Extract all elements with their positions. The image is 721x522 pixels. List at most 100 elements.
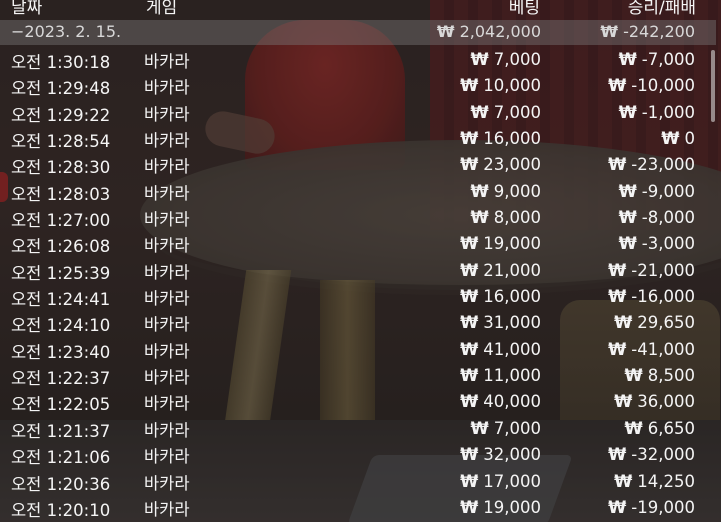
- row-win-loss: ₩ -7,000: [619, 50, 695, 69]
- won-currency-icon: ₩: [436, 22, 455, 41]
- row-win-loss-value: -1,000: [641, 102, 695, 122]
- won-currency-icon: ₩: [661, 129, 680, 149]
- table-row[interactable]: 오전 1:30:18 바카라 ₩7,000 ₩ -7,000: [0, 46, 716, 72]
- column-header-bet[interactable]: 베팅: [509, 0, 540, 18]
- row-bet-value: 32,000: [483, 445, 541, 465]
- row-bet: ₩32,000: [460, 445, 541, 464]
- row-win-loss-value: 14,250: [637, 471, 695, 491]
- table-row[interactable]: 오전 1:21:37 바카라 ₩7,000 ₩6,650: [0, 415, 716, 441]
- scrollbar-thumb[interactable]: [711, 50, 715, 122]
- table-row[interactable]: 오전 1:28:30 바카라 ₩23,000 ₩ -23,000: [0, 151, 716, 177]
- summary-win-loss-total: ₩ -242,200: [600, 22, 695, 41]
- row-game: 바카라: [144, 315, 190, 335]
- row-bet: ₩7,000: [471, 50, 541, 69]
- column-header-win-loss[interactable]: 승리/패배: [628, 0, 696, 18]
- row-bet: ₩7,000: [471, 419, 541, 438]
- row-bet-value: 19,000: [483, 497, 541, 517]
- row-bet-value: 41,000: [483, 339, 541, 359]
- row-win-loss: ₩ -10,000: [608, 76, 695, 95]
- table-row[interactable]: 오전 1:23:40 바카라 ₩41,000 ₩ -41,000: [0, 336, 716, 362]
- won-currency-icon: ₩: [460, 445, 479, 465]
- row-time: 오전 1:23:40: [11, 342, 111, 362]
- won-currency-icon: ₩: [600, 22, 619, 41]
- table-row[interactable]: 오전 1:29:22 바카라 ₩7,000 ₩ -1,000: [0, 99, 716, 125]
- row-game: 바카라: [144, 104, 190, 124]
- won-currency-icon: ₩: [460, 155, 479, 175]
- row-game: 바카라: [144, 78, 190, 98]
- table-row[interactable]: 오전 1:27:00 바카라 ₩8,000 ₩ -8,000: [0, 204, 716, 230]
- table-row[interactable]: 오전 1:28:03 바카라 ₩9,000 ₩ -9,000: [0, 178, 716, 204]
- row-win-loss: ₩36,000: [614, 392, 695, 411]
- row-win-loss-value: -7,000: [641, 50, 695, 69]
- row-time: 오전 1:30:18: [11, 53, 111, 72]
- day-summary-row[interactable]: −2023. 2. 15. ₩2,042,000 ₩ -242,200: [0, 20, 716, 45]
- row-win-loss: ₩0: [661, 129, 695, 148]
- row-win-loss: ₩ -3,000: [619, 234, 695, 253]
- table-row[interactable]: 오전 1:20:10 바카라 ₩19,000 ₩ -19,000: [0, 494, 716, 520]
- row-bet-value: 9,000: [493, 181, 541, 201]
- row-bet-value: 16,000: [483, 287, 541, 307]
- table-row[interactable]: 오전 1:26:08 바카라 ₩19,000 ₩ -3,000: [0, 230, 716, 256]
- row-bet: ₩31,000: [460, 313, 541, 332]
- row-win-loss-value: 29,650: [637, 313, 695, 333]
- table-row[interactable]: 오전 1:25:39 바카라 ₩21,000 ₩ -21,000: [0, 257, 716, 283]
- column-header-game[interactable]: 게임: [146, 0, 177, 18]
- row-win-loss: ₩6,650: [625, 419, 695, 438]
- won-currency-icon: ₩: [618, 181, 637, 201]
- history-rows: 오전 1:30:18 바카라 ₩7,000 ₩ -7,000 오전 1:29:48 바카라 ₩…: [0, 46, 716, 520]
- table-row[interactable]: 오전 1:28:54 바카라 ₩16,000 ₩0: [0, 125, 716, 151]
- row-bet-value: 17,000: [483, 471, 541, 491]
- summary-date-toggle[interactable]: −2023. 2. 15.: [11, 22, 121, 41]
- row-time: 오전 1:20:36: [11, 474, 111, 494]
- row-bet: ₩10,000: [460, 76, 541, 95]
- won-currency-icon: ₩: [470, 102, 489, 122]
- row-time: 오전 1:22:37: [11, 369, 111, 389]
- row-game: 바카라: [144, 183, 190, 203]
- row-bet: ₩23,000: [460, 155, 541, 174]
- won-currency-icon: ₩: [608, 76, 627, 96]
- table-row[interactable]: 오전 1:29:48 바카라 ₩10,000 ₩ -10,000: [0, 72, 716, 98]
- won-currency-icon: ₩: [470, 181, 489, 201]
- row-game: 바카라: [144, 420, 190, 440]
- summary-bet-value: 2,042,000: [459, 22, 541, 41]
- won-currency-icon: ₩: [614, 313, 633, 333]
- table-row[interactable]: 오전 1:24:41 바카라 ₩16,000 ₩ -16,000: [0, 283, 716, 309]
- row-time: 오전 1:21:06: [11, 448, 111, 468]
- row-win-loss: ₩ -21,000: [608, 261, 695, 280]
- row-win-loss-value: -9,000: [641, 181, 695, 201]
- won-currency-icon: ₩: [460, 471, 479, 491]
- row-win-loss-value: 0: [684, 129, 696, 149]
- row-time: 오전 1:28:30: [11, 158, 111, 178]
- won-currency-icon: ₩: [460, 234, 479, 254]
- row-bet-value: 16,000: [483, 129, 541, 149]
- table-row[interactable]: 오전 1:24:10 바카라 ₩31,000 ₩29,650: [0, 309, 716, 335]
- row-bet-value: 40,000: [483, 392, 541, 412]
- row-win-loss-value: -8,000: [641, 208, 695, 228]
- row-bet: ₩17,000: [460, 472, 541, 491]
- won-currency-icon: ₩: [460, 287, 479, 307]
- row-game: 바카라: [144, 236, 190, 256]
- won-currency-icon: ₩: [470, 50, 489, 69]
- row-win-loss-value: -23,000: [631, 155, 695, 175]
- won-currency-icon: ₩: [608, 445, 627, 465]
- row-bet: ₩19,000: [460, 498, 541, 517]
- row-game: 바카라: [144, 473, 190, 493]
- row-time: 오전 1:29:22: [11, 105, 111, 125]
- row-bet: ₩7,000: [471, 103, 541, 122]
- summary-bet-total: ₩2,042,000: [437, 22, 541, 41]
- row-win-loss-value: -3,000: [641, 234, 695, 254]
- table-row[interactable]: 오전 1:20:36 바카라 ₩17,000 ₩14,250: [0, 468, 716, 494]
- column-header-date[interactable]: 날짜: [11, 0, 42, 18]
- row-game: 바카라: [144, 131, 190, 151]
- row-bet-value: 19,000: [483, 234, 541, 254]
- table-row[interactable]: 오전 1:21:06 바카라 ₩32,000 ₩ -32,000: [0, 441, 716, 467]
- row-time: 오전 1:28:54: [11, 132, 111, 152]
- row-time: 오전 1:29:48: [11, 79, 111, 99]
- table-row[interactable]: 오전 1:22:37 바카라 ₩11,000 ₩8,500: [0, 362, 716, 388]
- table-row[interactable]: 오전 1:22:05 바카라 ₩40,000 ₩36,000: [0, 388, 716, 414]
- row-bet-value: 7,000: [493, 102, 541, 122]
- row-bet: ₩40,000: [460, 392, 541, 411]
- row-win-loss: ₩ -16,000: [608, 287, 695, 306]
- won-currency-icon: ₩: [470, 418, 489, 438]
- row-bet: ₩21,000: [460, 261, 541, 280]
